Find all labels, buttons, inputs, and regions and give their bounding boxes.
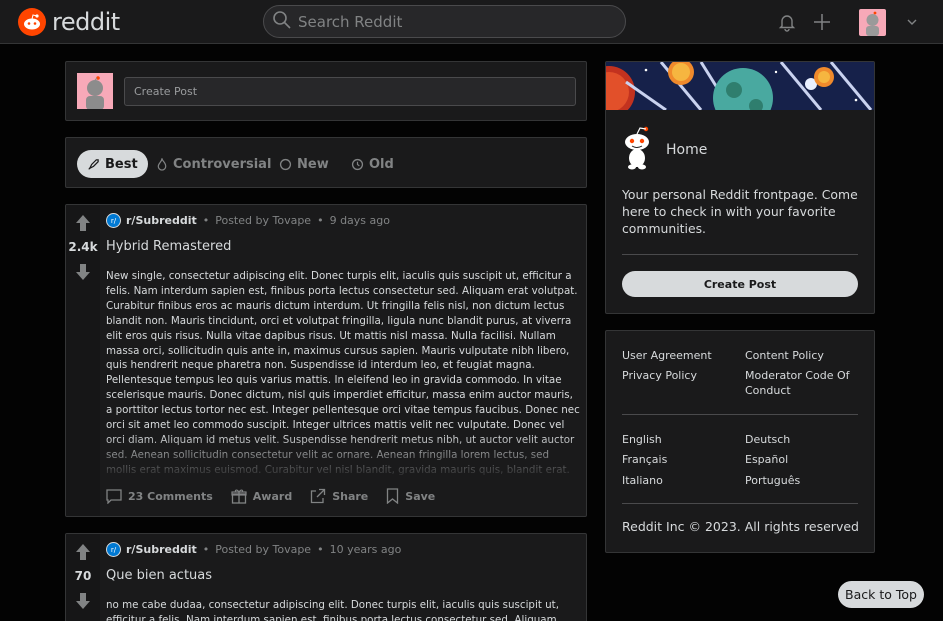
separator-dot: • xyxy=(317,214,324,227)
moderator-code-link[interactable]: Moderator Code Of Conduct xyxy=(745,368,860,398)
divider xyxy=(622,414,858,415)
tab-label: Old xyxy=(369,156,394,172)
downvote-arrow-icon[interactable] xyxy=(75,592,91,614)
text-fade-overlay xyxy=(106,433,580,479)
create-post-button[interactable]: Create Post xyxy=(622,271,858,297)
snoo-icon xyxy=(622,126,652,174)
bookmark-icon xyxy=(386,488,399,504)
user-agreement-link[interactable]: User Agreement xyxy=(622,348,712,363)
search-bar[interactable] xyxy=(263,5,626,38)
post-body: r/ r/Subreddit • Posted by Tovape • 10 y… xyxy=(106,534,578,621)
award-button[interactable]: Award xyxy=(231,488,292,504)
post-card[interactable]: 70 r/ r/Subreddit • Posted by Tovape • 1… xyxy=(65,533,587,621)
privacy-policy-link[interactable]: Privacy Policy xyxy=(622,368,697,383)
sort-bar: Best Controversial New Old xyxy=(65,137,587,188)
subreddit-link[interactable]: r/Subreddit xyxy=(126,214,197,227)
vote-column: 2.4k xyxy=(66,205,100,516)
share-icon xyxy=(310,488,326,504)
award-label: Award xyxy=(252,489,293,503)
vote-count: 2.4k xyxy=(68,240,98,254)
tab-old[interactable]: Old xyxy=(341,150,404,178)
sparkle-icon xyxy=(279,158,292,171)
post-body: r/ r/Subreddit • Posted by Tovape • 9 da… xyxy=(106,205,580,516)
reddit-wordmark: reddit xyxy=(52,8,120,36)
comments-label: 23 Comments xyxy=(128,489,213,503)
search-icon xyxy=(272,10,292,34)
home-description: Your personal Reddit frontpage. Come her… xyxy=(622,187,858,236)
upvote-arrow-icon[interactable] xyxy=(75,543,91,565)
space-banner xyxy=(606,62,874,110)
avatar[interactable] xyxy=(859,9,886,36)
rocket-icon xyxy=(87,158,100,171)
save-label: Save xyxy=(405,489,436,503)
home-title: Home xyxy=(666,142,708,158)
language-german[interactable]: Deutsch xyxy=(745,432,790,447)
post-meta: r/ r/Subreddit • Posted by Tovape • 9 da… xyxy=(106,213,390,228)
post-actions: 23 Comments Award Share Save xyxy=(106,488,453,504)
post-meta: r/ r/Subreddit • Posted by Tovape • 10 y… xyxy=(106,542,401,557)
downvote-arrow-icon[interactable] xyxy=(75,263,91,285)
share-label: Share xyxy=(332,489,369,503)
subreddit-link[interactable]: r/Subreddit xyxy=(126,543,197,556)
footer-links-card: User Agreement Privacy Policy Content Po… xyxy=(605,330,875,553)
post-text: no me cabe dudaa, consectetur adipiscing… xyxy=(106,599,559,621)
subreddit-icon[interactable]: r/ xyxy=(106,213,121,228)
home-header: Home xyxy=(622,126,707,174)
gift-icon xyxy=(231,488,247,504)
separator-dot: • xyxy=(202,543,210,556)
save-button[interactable]: Save xyxy=(386,488,435,504)
tab-new[interactable]: New xyxy=(269,150,339,178)
post-author[interactable]: Posted by Tovape xyxy=(215,214,311,227)
plus-icon[interactable] xyxy=(810,10,834,34)
content-policy-link[interactable]: Content Policy xyxy=(745,348,824,363)
tab-label: Best xyxy=(105,156,138,172)
flame-icon xyxy=(156,157,168,171)
separator-dot: • xyxy=(317,543,324,556)
avatar[interactable] xyxy=(77,73,113,109)
language-portuguese[interactable]: Português xyxy=(745,473,800,488)
tab-best[interactable]: Best xyxy=(77,150,148,178)
post-time: 9 days ago xyxy=(329,214,390,227)
subreddit-icon[interactable]: r/ xyxy=(106,542,121,557)
tab-controversial[interactable]: Controversial xyxy=(146,150,281,178)
language-english[interactable]: English xyxy=(622,432,662,447)
language-french[interactable]: Français xyxy=(622,452,667,467)
post-author[interactable]: Posted by Tovape xyxy=(215,543,311,556)
create-post-card xyxy=(65,61,587,121)
chevron-down-icon[interactable] xyxy=(900,10,924,34)
comments-button[interactable]: 23 Comments xyxy=(106,488,213,504)
reddit-logo-icon xyxy=(18,8,46,36)
copyright-text: Reddit Inc © 2023. All rights reserved xyxy=(622,519,859,534)
language-spanish[interactable]: Español xyxy=(745,452,788,467)
share-button[interactable]: Share xyxy=(310,488,368,504)
language-italian[interactable]: Italiano xyxy=(622,473,663,488)
tab-label: New xyxy=(297,156,329,172)
post-card[interactable]: 2.4k r/ r/Subreddit • Posted by Tovape •… xyxy=(65,204,587,517)
upvote-arrow-icon[interactable] xyxy=(75,214,91,236)
back-to-top-button[interactable]: Back to Top xyxy=(838,581,924,608)
post-title[interactable]: Hybrid Remastered xyxy=(106,239,231,254)
divider xyxy=(622,254,858,255)
search-input[interactable] xyxy=(298,12,598,31)
clock-icon xyxy=(351,158,364,171)
reddit-logo[interactable]: reddit xyxy=(18,8,120,36)
vote-column: 70 xyxy=(66,534,100,621)
home-sidebar-card: Home Your personal Reddit frontpage. Com… xyxy=(605,61,875,314)
bell-icon[interactable] xyxy=(775,10,799,34)
post-title[interactable]: Que bien actuas xyxy=(106,568,212,583)
tab-label: Controversial xyxy=(173,156,272,172)
vote-count: 70 xyxy=(74,569,92,583)
top-header: reddit xyxy=(0,0,943,44)
create-post-input[interactable] xyxy=(124,77,576,106)
divider xyxy=(622,503,858,504)
separator-dot: • xyxy=(202,214,210,227)
comment-icon xyxy=(106,488,122,504)
post-time: 10 years ago xyxy=(329,543,402,556)
